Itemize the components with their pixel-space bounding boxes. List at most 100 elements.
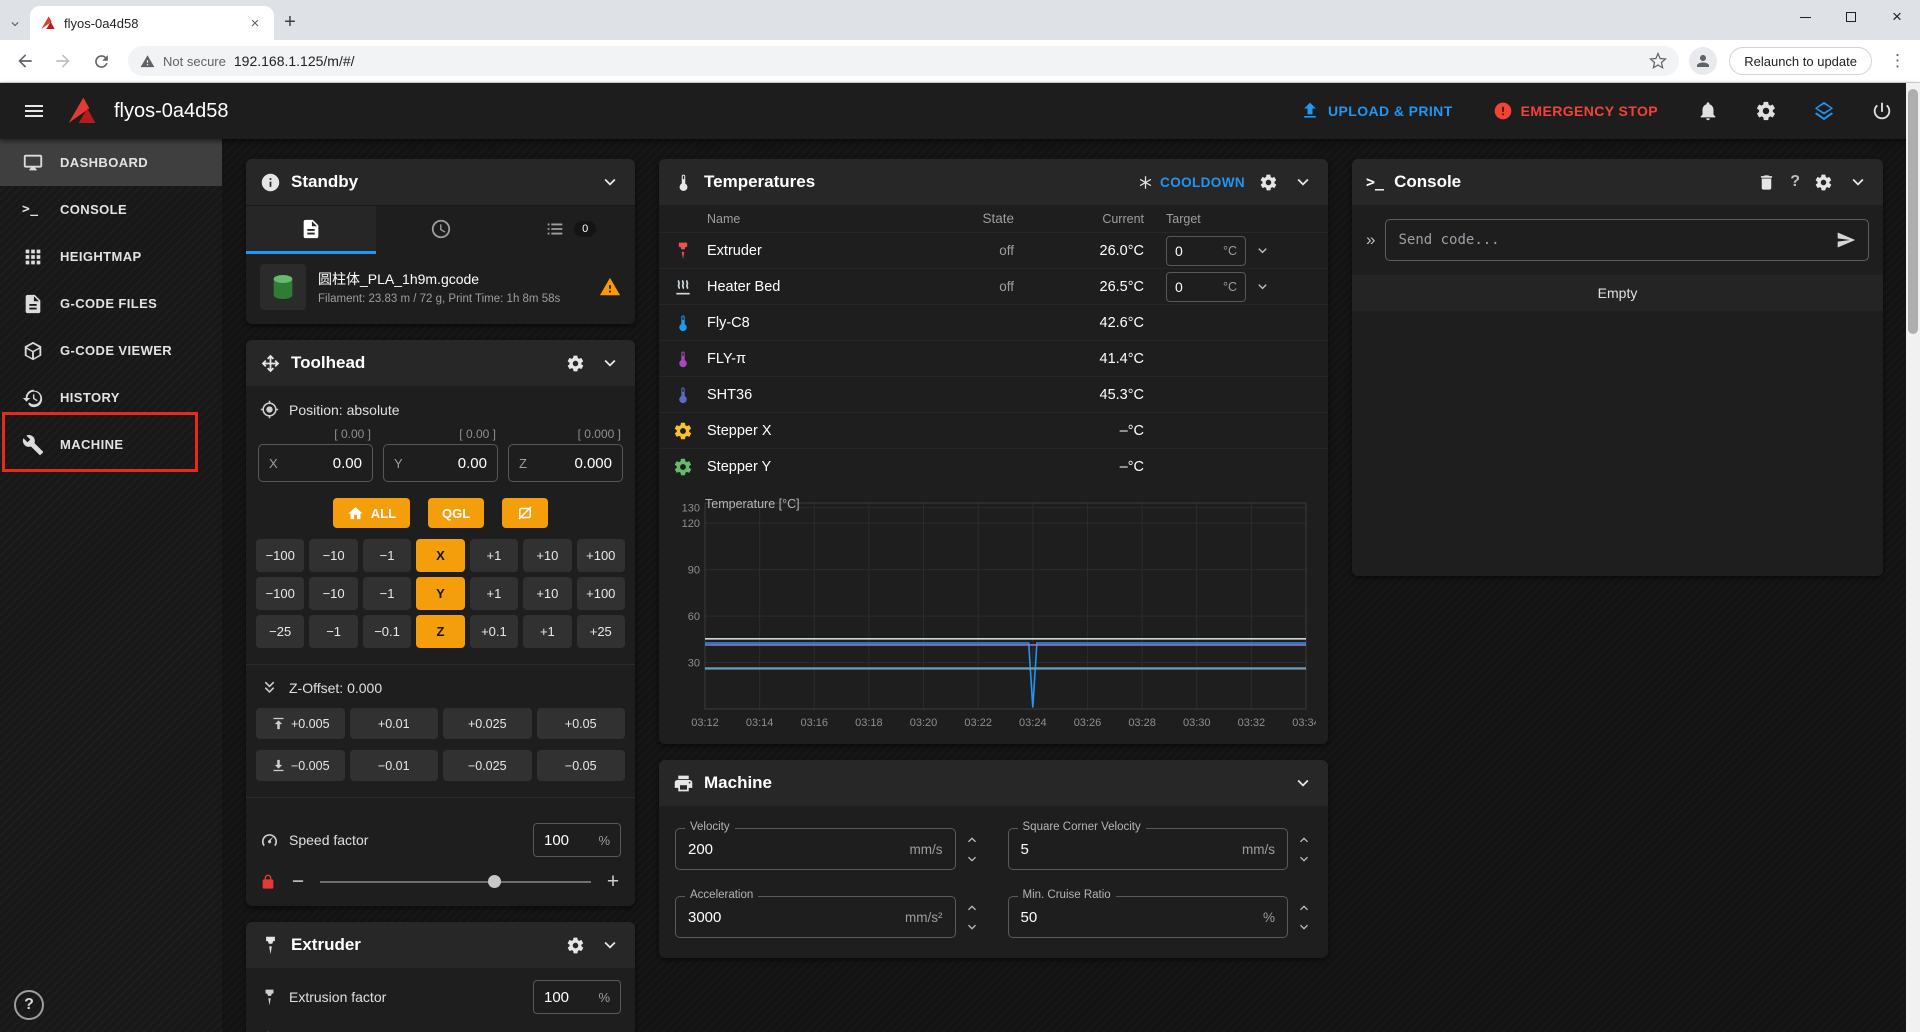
z-offset-up-button[interactable]: +0.05 <box>537 708 626 739</box>
back-icon[interactable] <box>8 44 42 78</box>
jog-z-button[interactable]: −0.1 <box>363 615 411 648</box>
tab-close-icon[interactable]: × <box>246 14 264 32</box>
console-help-icon[interactable]: ? <box>1790 173 1800 191</box>
page-scrollbar[interactable] <box>1906 83 1920 1032</box>
machine-collapse-chevron-icon[interactable] <box>1292 772 1314 794</box>
jog-y-button[interactable]: −10 <box>309 577 357 610</box>
z-position-field[interactable]: Z 0.000 <box>508 444 623 482</box>
cooldown-button[interactable]: COOLDOWN <box>1138 175 1245 190</box>
lock-icon[interactable] <box>260 874 276 890</box>
jog-x-button[interactable]: −1 <box>363 539 411 572</box>
jog-y-button[interactable]: −1 <box>363 577 411 610</box>
speed-factor-slider[interactable] <box>320 881 591 883</box>
jog-y-button[interactable]: +100 <box>577 577 625 610</box>
console-settings-gear-icon[interactable] <box>1814 173 1833 192</box>
acceleration-increase-icon[interactable] <box>964 900 980 916</box>
sidebar-item-console[interactable]: >_ CONSOLE <box>0 186 222 233</box>
min-cruise-ratio-field[interactable]: Min. Cruise Ratio 50 % <box>1008 896 1289 938</box>
heater-bed-target-input[interactable]: 0 °C <box>1166 272 1246 302</box>
jog-y-button[interactable]: +1 <box>470 577 518 610</box>
target-presets-caret-icon[interactable] <box>1254 242 1271 259</box>
motors-off-button[interactable] <box>502 498 548 528</box>
speed-factor-field[interactable]: 100 % <box>533 823 621 857</box>
scv-decrease-icon[interactable] <box>1296 851 1312 867</box>
jog-x-button[interactable]: −10 <box>309 539 357 572</box>
tab-reprint[interactable] <box>376 206 506 254</box>
decrease-speed-icon[interactable]: − <box>290 871 306 892</box>
browser-tab[interactable]: flyos-0a4d58 × <box>30 6 274 40</box>
home-all-button[interactable]: ALL <box>333 498 410 528</box>
sidebar-item-heightmap[interactable]: HEIGHTMAP <box>0 233 222 280</box>
toolhead-settings-gear-icon[interactable] <box>566 354 585 373</box>
jog-y-button[interactable]: −100 <box>256 577 304 610</box>
command-history-icon[interactable]: » <box>1366 230 1375 250</box>
tab-search-chevron-icon[interactable] <box>0 8 30 40</box>
z-offset-up-button[interactable]: +0.005 <box>256 708 345 739</box>
toolhead-collapse-chevron-icon[interactable] <box>599 352 621 374</box>
clear-console-trash-icon[interactable] <box>1757 173 1776 192</box>
axis-z-indicator[interactable]: Z <box>416 615 464 648</box>
z-offset-down-button[interactable]: −0.025 <box>443 750 532 781</box>
hamburger-menu-icon[interactable] <box>16 93 52 129</box>
window-maximize-button[interactable] <box>1828 0 1874 34</box>
z-offset-up-button[interactable]: +0.025 <box>443 708 532 739</box>
console-input[interactable] <box>1398 232 1828 248</box>
relaunch-to-update-button[interactable]: Relaunch to update <box>1729 47 1872 75</box>
extrusion-factor-field[interactable]: 100 % <box>533 980 621 1014</box>
window-minimize-button[interactable] <box>1782 0 1828 34</box>
temperatures-settings-gear-icon[interactable] <box>1259 173 1278 192</box>
acceleration-decrease-icon[interactable] <box>964 919 980 935</box>
axis-x-indicator[interactable]: X <box>416 539 464 572</box>
jog-z-button[interactable]: +0.1 <box>470 615 518 648</box>
temperatures-collapse-chevron-icon[interactable] <box>1292 171 1314 193</box>
jog-z-button[interactable]: −1 <box>309 615 357 648</box>
sidebar-item-machine[interactable]: MACHINE <box>0 421 222 468</box>
y-position-field[interactable]: Y 0.00 <box>383 444 498 482</box>
console-collapse-chevron-icon[interactable] <box>1847 171 1869 193</box>
jog-z-button[interactable]: −25 <box>256 615 304 648</box>
notifications-bell-icon[interactable] <box>1686 91 1730 131</box>
extruder-settings-gear-icon[interactable] <box>566 936 585 955</box>
browser-profile-avatar[interactable] <box>1689 47 1717 75</box>
decrease-extrusion-icon[interactable]: − <box>290 1028 306 1032</box>
sidebar-item-history[interactable]: HISTORY <box>0 374 222 421</box>
power-icon[interactable] <box>1860 91 1904 131</box>
url-bar[interactable]: Not secure 192.168.1.125/m/#/ <box>128 46 1679 76</box>
increase-speed-icon[interactable]: + <box>605 871 621 892</box>
jog-z-button[interactable]: +25 <box>577 615 625 648</box>
sidebar-item-gcode-files[interactable]: G-CODE FILES <box>0 280 222 327</box>
z-offset-down-button[interactable]: −0.05 <box>537 750 626 781</box>
increase-extrusion-icon[interactable]: + <box>605 1028 621 1032</box>
jog-z-button[interactable]: +1 <box>523 615 571 648</box>
tab-job-queue[interactable]: 0 <box>505 206 635 254</box>
status-collapse-chevron-icon[interactable] <box>599 171 621 193</box>
square-corner-velocity-field[interactable]: Square Corner Velocity 5 mm/s <box>1008 828 1289 870</box>
window-close-button[interactable]: × <box>1874 0 1920 34</box>
jog-x-button[interactable]: −100 <box>256 539 304 572</box>
velocity-increase-icon[interactable] <box>964 832 980 848</box>
velocity-field[interactable]: Velocity 200 mm/s <box>675 828 956 870</box>
axis-y-indicator[interactable]: Y <box>416 577 464 610</box>
interface-settings-gear-icon[interactable] <box>1744 91 1788 131</box>
slider-thumb[interactable] <box>488 875 501 888</box>
jog-y-button[interactable]: +10 <box>523 577 571 610</box>
gcode-file-item[interactable]: 圆柱体_PLA_1h9m.gcode Filament: 23.83 m / 7… <box>246 254 635 324</box>
z-offset-down-button[interactable]: −0.01 <box>350 750 439 781</box>
z-offset-up-button[interactable]: +0.01 <box>350 708 439 739</box>
qgl-button[interactable]: QGL <box>428 498 484 528</box>
x-position-field[interactable]: X 0.00 <box>258 444 373 482</box>
cruise-ratio-increase-icon[interactable] <box>1296 900 1312 916</box>
scrollbar-thumb[interactable] <box>1908 89 1918 334</box>
target-presets-caret-icon[interactable] <box>1254 278 1271 295</box>
sidebar-item-gcode-viewer[interactable]: G-CODE VIEWER <box>0 327 222 374</box>
send-icon[interactable] <box>1836 230 1856 250</box>
browser-menu-icon[interactable]: ⋮ <box>1884 51 1912 71</box>
scv-increase-icon[interactable] <box>1296 832 1312 848</box>
sidebar-item-dashboard[interactable]: DASHBOARD <box>0 139 222 186</box>
extruder-target-input[interactable]: 0 °C <box>1166 236 1246 266</box>
bookmark-star-icon[interactable] <box>1649 52 1667 70</box>
z-offset-down-button[interactable]: −0.005 <box>256 750 345 781</box>
extruder-collapse-chevron-icon[interactable] <box>599 934 621 956</box>
tab-current-file[interactable] <box>246 206 376 254</box>
jog-x-button[interactable]: +10 <box>523 539 571 572</box>
